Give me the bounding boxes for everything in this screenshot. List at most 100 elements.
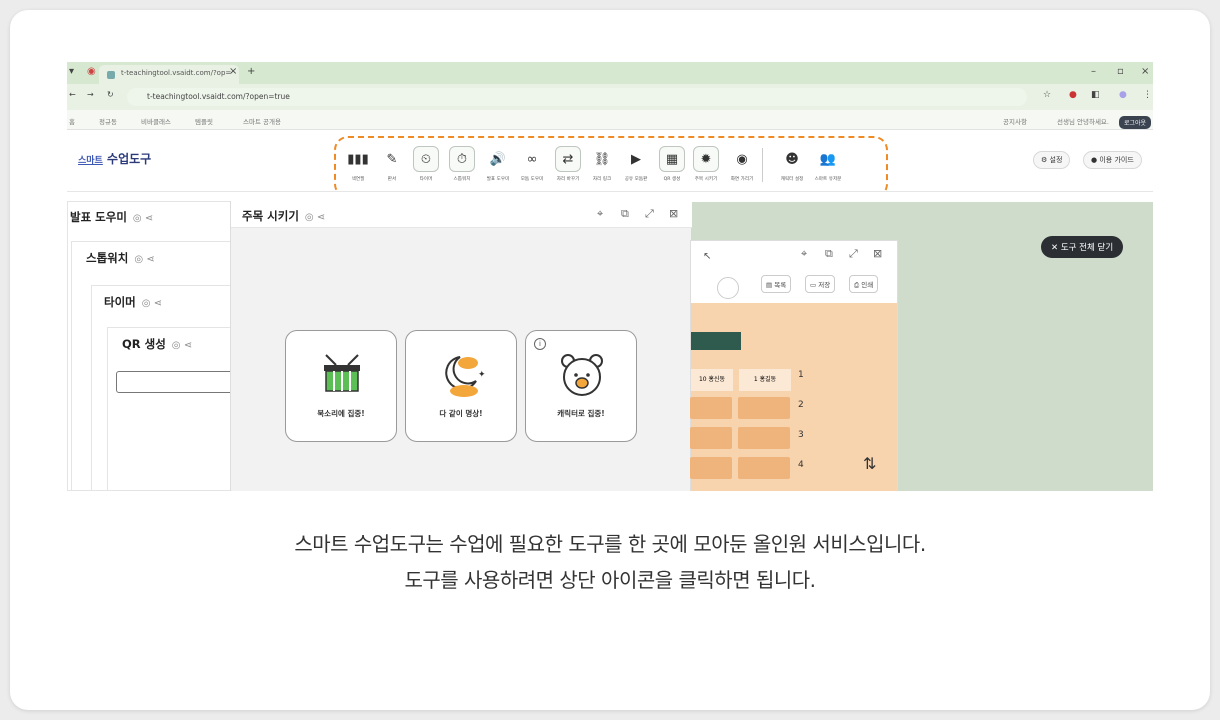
tool-link[interactable]: ⛓ 자리 링크 [586, 146, 618, 183]
tool-group[interactable]: ∞ 모둠 도우미 [516, 146, 548, 183]
tool-users[interactable]: 👥 스마트 유저분 [812, 146, 844, 183]
minimize-icon[interactable]: – [1091, 66, 1096, 77]
sort-icon[interactable]: ⇅ [863, 454, 876, 473]
guide-label: 이용 가이드 [1099, 156, 1134, 164]
hide-screen-icon: ◉ [736, 151, 748, 167]
tool-board[interactable]: ✎ 판서 [376, 146, 408, 183]
logout-button[interactable]: 로그아웃 [1119, 116, 1152, 129]
window-close-icon[interactable]: × [1141, 66, 1149, 77]
app-screenshot: ▾ ◉ t-teachingtool.vsaidt.com/?op= × + –… [67, 62, 1153, 491]
seat-cell[interactable] [690, 397, 732, 419]
list-button[interactable]: ▤ 목록 [761, 275, 792, 293]
tab-menu-icon[interactable]: ▾ [69, 66, 74, 77]
fullscreen-icon[interactable]: ⤢ [645, 207, 654, 221]
list-icon: ▤ [766, 281, 775, 289]
capture-share-icon[interactable]: ◎ ⋖ [305, 212, 325, 223]
tool-attention[interactable]: ✹ 주목 시키기 [690, 146, 722, 182]
browser-tab[interactable]: t-teachingtool.vsaidt.com/?op= [99, 65, 239, 84]
reload-icon[interactable]: ↻ [107, 90, 114, 99]
caption-line-1: 스마트 수업도구는 수업에 필요한 도구를 한 곳에 모아둔 올인원 서비스입니… [294, 532, 926, 556]
info-icon[interactable]: i [534, 338, 546, 350]
panel-title: QR 생성 [122, 337, 166, 351]
tool-timer[interactable]: ⏲ 타이머 [410, 146, 442, 182]
bookmark-item[interactable]: 템플릿 [195, 116, 213, 126]
favicon-icon [107, 71, 115, 79]
gear-icon: ⚙ [1041, 156, 1050, 164]
seat-header[interactable]: 10 홍신동 [691, 369, 733, 391]
panel-title: 주목 시키기 [242, 209, 299, 223]
panel-title: 발표 도우미 [70, 210, 127, 224]
bookmark-item[interactable]: 비바클래스 [141, 116, 171, 126]
extension-icon[interactable]: ● [1069, 90, 1077, 100]
extensions-puzzle-icon[interactable]: ◧ [1091, 90, 1100, 100]
profile-avatar[interactable]: ● [1119, 90, 1127, 100]
qr-panel[interactable]: QR 생성 ◎ ⋖ [107, 327, 236, 491]
save-button[interactable]: ▭ 저장 [805, 275, 836, 293]
tool-label: QR 생성 [663, 177, 681, 182]
timer-icon: ⏲ [413, 146, 439, 172]
seat-cell[interactable] [690, 427, 732, 449]
pin-icon[interactable]: ⌖ [801, 247, 807, 261]
tool-seat[interactable]: ⇄ 자리 바꾸기 [552, 146, 584, 182]
bookmark-item[interactable]: 정규동 [99, 116, 117, 126]
forward-icon[interactable]: → [87, 90, 94, 99]
tool-toolbar: ▮▮▮ 색연필 ✎ 판서 ⏲ 타이머 ⏱ 스톱워치 🔊 발표 도우미 ∞ 모둠 도우미 ⇄ 자리 바꾸기 ⛓… [334, 136, 888, 198]
print-button[interactable]: ⎙ 인쇄 [849, 275, 879, 293]
focus-card-character[interactable]: i 캐릭터로 집중! [525, 330, 637, 442]
tool-speaker[interactable]: 🔊 발표 도우미 [482, 146, 514, 183]
capture-share-icon[interactable]: ◎ ⋖ [133, 213, 153, 224]
board-icon: ✎ [386, 151, 398, 167]
pin-icon[interactable]: ⌖ [597, 207, 603, 221]
tool-label: 판서 [387, 177, 397, 182]
bookmark-item[interactable]: 스마트 공개용 [243, 116, 281, 126]
capture-share-icon[interactable]: ◎ ⋖ [172, 340, 192, 351]
restore-icon[interactable]: ▫ [1117, 66, 1124, 77]
seat-cell[interactable] [738, 457, 790, 479]
tool-qr[interactable]: ▦ QR 생성 [656, 146, 688, 182]
focus-card-drum[interactable]: 북소리에 집중! [285, 330, 397, 442]
tool-label: 캐릭터 설정 [780, 177, 804, 182]
shuffle-toggle[interactable] [717, 277, 739, 299]
close-all-label: 도구 전체 닫기 [1060, 243, 1114, 253]
focus-panel[interactable]: 주목 시키기 ◎ ⋖ ⌖ ⧉ ⤢ ⊠ 북소리에 집중! ✦ 다 같이 명상! i… [230, 201, 692, 491]
fullscreen-icon[interactable]: ⤢ [849, 247, 858, 261]
app-logo[interactable]: 스마트 수업도구 [78, 150, 151, 167]
close-all-tools-button[interactable]: ✕ 도구 전체 닫기 [1041, 236, 1124, 258]
popout-icon[interactable]: ⧉ [825, 247, 833, 261]
drum-icon [324, 354, 360, 392]
capture-share-icon[interactable]: ◎ ⋖ [142, 298, 162, 309]
tool-label: 자리 바꾸기 [556, 177, 580, 182]
seat-cell[interactable] [738, 427, 790, 449]
tool-hide-screen[interactable]: ◉ 화면 가리기 [726, 146, 758, 183]
tool-share-board[interactable]: ▶ 공유 모둠판 [620, 146, 652, 183]
star-icon[interactable]: ☆ [1043, 90, 1051, 100]
tab-close-icon[interactable]: × [229, 66, 237, 77]
seat-cell[interactable] [690, 457, 732, 479]
list-label: 목록 [774, 281, 787, 289]
tool-pencils[interactable]: ▮▮▮ 색연필 [342, 146, 374, 183]
attention-icon: ✹ [693, 146, 719, 172]
back-icon[interactable]: ← [69, 90, 76, 99]
seat-header[interactable]: 1 홍길동 [739, 369, 791, 391]
save-icon: ▭ [810, 281, 819, 289]
record-icon: ◉ [87, 66, 96, 77]
row-number: 3 [798, 430, 804, 440]
tool-stopwatch[interactable]: ⏱ 스톱워치 [446, 146, 478, 182]
bookmark-item[interactable]: 홈 [69, 116, 75, 126]
tool-label: 공유 모둠판 [624, 177, 648, 182]
url-input[interactable]: t-teachingtool.vsaidt.com/?open=true [127, 88, 1027, 106]
focus-card-meditation[interactable]: ✦ 다 같이 명상! [405, 330, 517, 442]
settings-button[interactable]: ⚙ 설정 [1033, 151, 1071, 169]
new-tab-icon[interactable]: + [247, 66, 255, 77]
tool-character[interactable]: ☻ 캐릭터 설정 [776, 146, 808, 183]
panel-close-icon[interactable]: ⊠ [873, 247, 882, 260]
qr-text-input[interactable] [116, 371, 236, 393]
menu-icon[interactable]: ⋮ [1143, 90, 1152, 100]
capture-share-icon[interactable]: ◎ ⋖ [134, 254, 154, 265]
guide-button[interactable]: ● 이용 가이드 [1083, 151, 1142, 169]
popout-icon[interactable]: ⧉ [621, 207, 629, 221]
panel-close-icon[interactable]: ⊠ [669, 207, 678, 220]
seat-cell[interactable] [738, 397, 790, 419]
notice-link[interactable]: 공지사항 [1003, 116, 1027, 126]
teacher-desk [691, 332, 741, 350]
